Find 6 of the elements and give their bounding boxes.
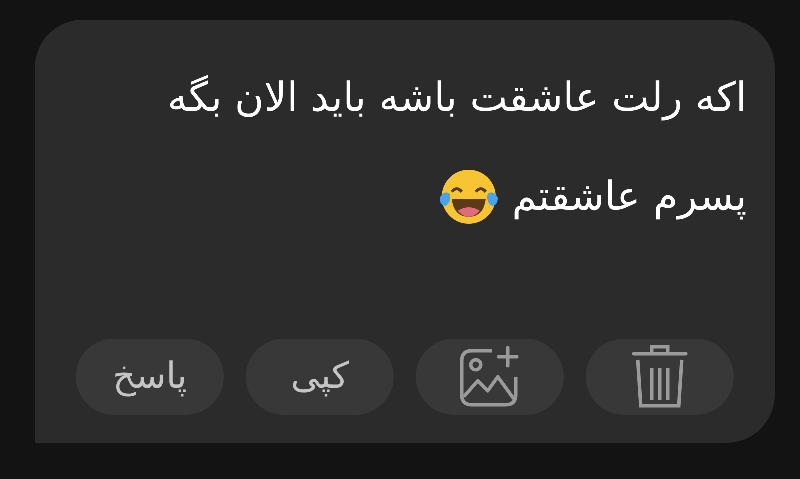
laughing-tears-emoji-icon <box>438 168 500 226</box>
copy-button[interactable]: کپی <box>246 339 394 415</box>
message-text: پسرم عاشقتم <box>512 173 747 221</box>
reply-button[interactable]: پاسخ <box>76 339 224 415</box>
trash-icon <box>630 344 690 410</box>
message-text: اکه رلت عاشقت باشه باید الان بگه <box>166 74 747 122</box>
